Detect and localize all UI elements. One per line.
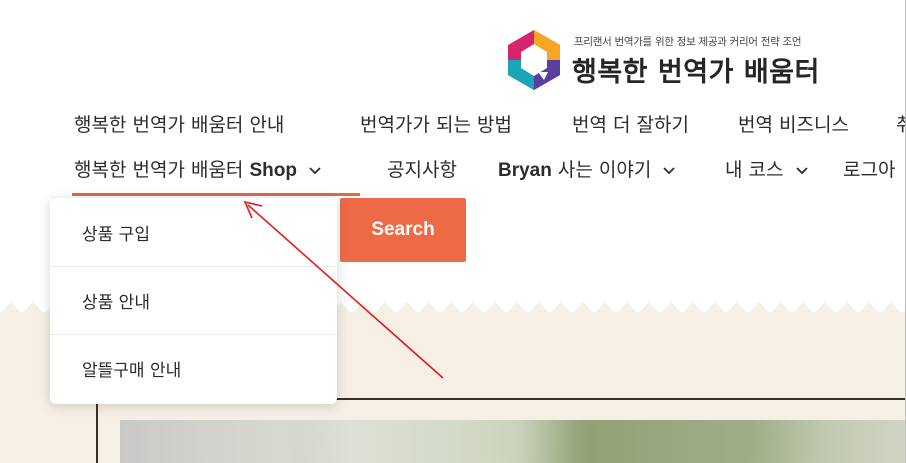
- nav-item-business[interactable]: 번역 비즈니스: [738, 110, 849, 137]
- nav-item-how-to-become[interactable]: 번역가가 되는 방법: [360, 110, 512, 137]
- site-logo[interactable]: 프리랜서 번역가를 위한 정보 제공과 커리어 전략 조언 행복한 번역가 배움…: [500, 22, 830, 98]
- logo-tagline: 프리랜서 번역가를 위한 정보 제공과 커리어 전략 조언: [574, 36, 802, 48]
- dropdown-item-bargain-guide[interactable]: 알뜰구매 안내: [50, 334, 337, 402]
- active-nav-underline: [72, 193, 360, 196]
- logo-hexagon-icon: [508, 30, 560, 90]
- nav-item-my-courses[interactable]: 내 코스: [725, 155, 808, 182]
- dropdown-item-purchase[interactable]: 상품 구입: [50, 198, 337, 266]
- nav-item-shop-bold: Shop: [249, 160, 297, 181]
- chevron-down-icon: [795, 166, 808, 174]
- main-nav-row-1: 행복한 번역가 배움터 안내 번역가가 되는 방법 번역 더 잘하기 번역 비즈…: [0, 110, 906, 144]
- dropdown-item-product-info[interactable]: 상품 안내: [50, 266, 337, 334]
- nav-item-notice[interactable]: 공지사항: [387, 155, 457, 182]
- main-nav-row-2: 행복한 번역가 배움터 Shop 공지사항 Bryan 사는 이야기 내 코스 …: [0, 155, 906, 189]
- nav-item-bryan-label: 사는 이야기: [551, 159, 652, 181]
- search-button[interactable]: Search: [340, 198, 466, 262]
- nav-item-bryan[interactable]: Bryan 사는 이야기: [498, 155, 676, 182]
- hero-image: [120, 420, 906, 463]
- nav-item-shop-label: 행복한 번역가 배움터: [74, 159, 250, 181]
- nav-item-shop[interactable]: 행복한 번역가 배움터 Shop: [74, 155, 321, 182]
- chevron-down-icon: [663, 166, 676, 174]
- nav-item-my-courses-label: 내 코스: [725, 159, 784, 181]
- nav-item-about[interactable]: 행복한 번역가 배움터 안내: [74, 110, 284, 137]
- nav-item-login[interactable]: 로그아: [843, 155, 895, 182]
- chevron-down-icon: [309, 166, 321, 174]
- nav-item-bryan-bold: Bryan: [498, 160, 552, 181]
- shop-dropdown-menu: 상품 구입 상품 안내 알뜰구매 안내: [50, 198, 337, 404]
- logo-title: 행복한 번역가 배움터: [572, 57, 820, 88]
- nav-item-improve[interactable]: 번역 더 잘하기: [572, 110, 689, 137]
